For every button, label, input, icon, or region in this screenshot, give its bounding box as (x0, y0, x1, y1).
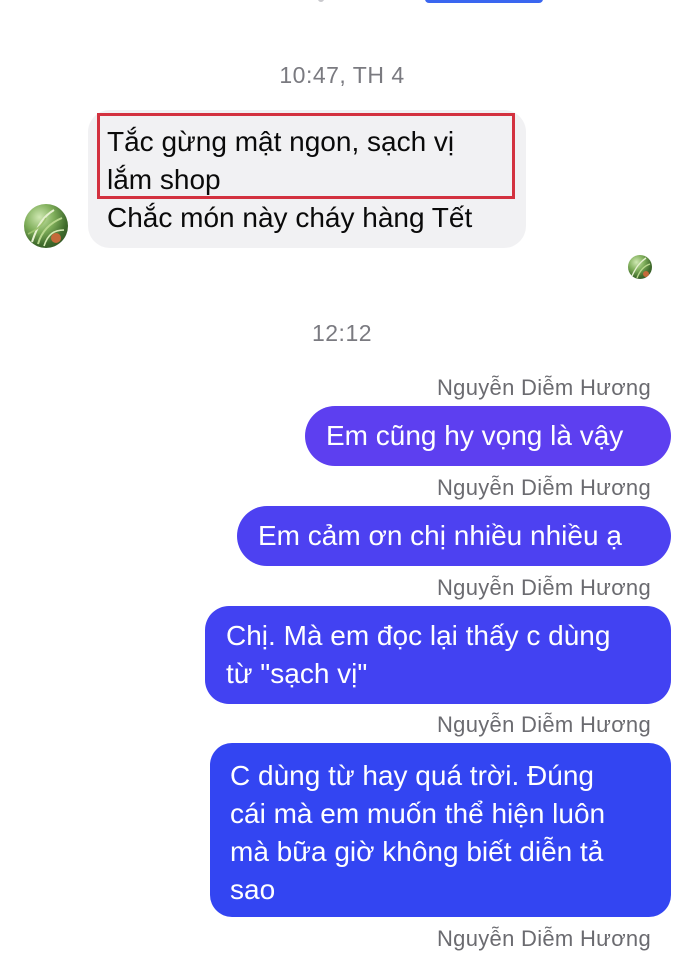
message-line: từ "sạch vị" (226, 658, 368, 689)
sender-name: Nguyễn Diễm Hương (436, 475, 651, 500)
seen-avatar-icon (628, 255, 652, 279)
sender-name: Nguyễn Diễm Hương (436, 375, 651, 400)
timestamp-header: 12:12 (311, 320, 373, 346)
message-line: sao (230, 874, 276, 905)
previous-link-fragment (425, 0, 543, 3)
outgoing-message-bubble[interactable]: Chị. Mà em đọc lại thấy c dùng từ "sạch … (205, 606, 671, 704)
timestamp-header: 10:47, TH 4 (279, 62, 405, 88)
outgoing-message-bubble[interactable]: Em cũng hy vọng là vậy (305, 406, 671, 466)
sender-name: Nguyễn Diễm Hương (436, 712, 651, 737)
previous-dot (318, 0, 324, 2)
contact-avatar-icon[interactable] (24, 204, 68, 248)
message-line: C dùng từ hay quá trời. Đúng (230, 760, 594, 791)
outgoing-message-bubble[interactable]: C dùng từ hay quá trời. Đúng cái mà em m… (210, 743, 671, 917)
message-line: Chị. Mà em đọc lại thấy c dùng (226, 620, 611, 651)
message-line: cái mà em muốn thể hiện luôn (230, 798, 606, 829)
sender-name: Nguyễn Diễm Hương (436, 575, 651, 600)
message-line: mà bữa giờ không biết diễn tả (230, 836, 604, 867)
incoming-line: Chắc món này cháy hàng Tết (107, 202, 473, 233)
message-line: Em cũng hy vọng là vậy (326, 420, 624, 451)
sender-name: Nguyễn Diễm Hương (436, 926, 651, 951)
message-line: Em cảm ơn chị nhiều nhiều ạ (258, 520, 622, 551)
outgoing-message-bubble[interactable]: Em cảm ơn chị nhiều nhiều ạ (237, 506, 671, 566)
highlight-annotation (97, 113, 515, 199)
previous-content-edge (0, 0, 684, 8)
